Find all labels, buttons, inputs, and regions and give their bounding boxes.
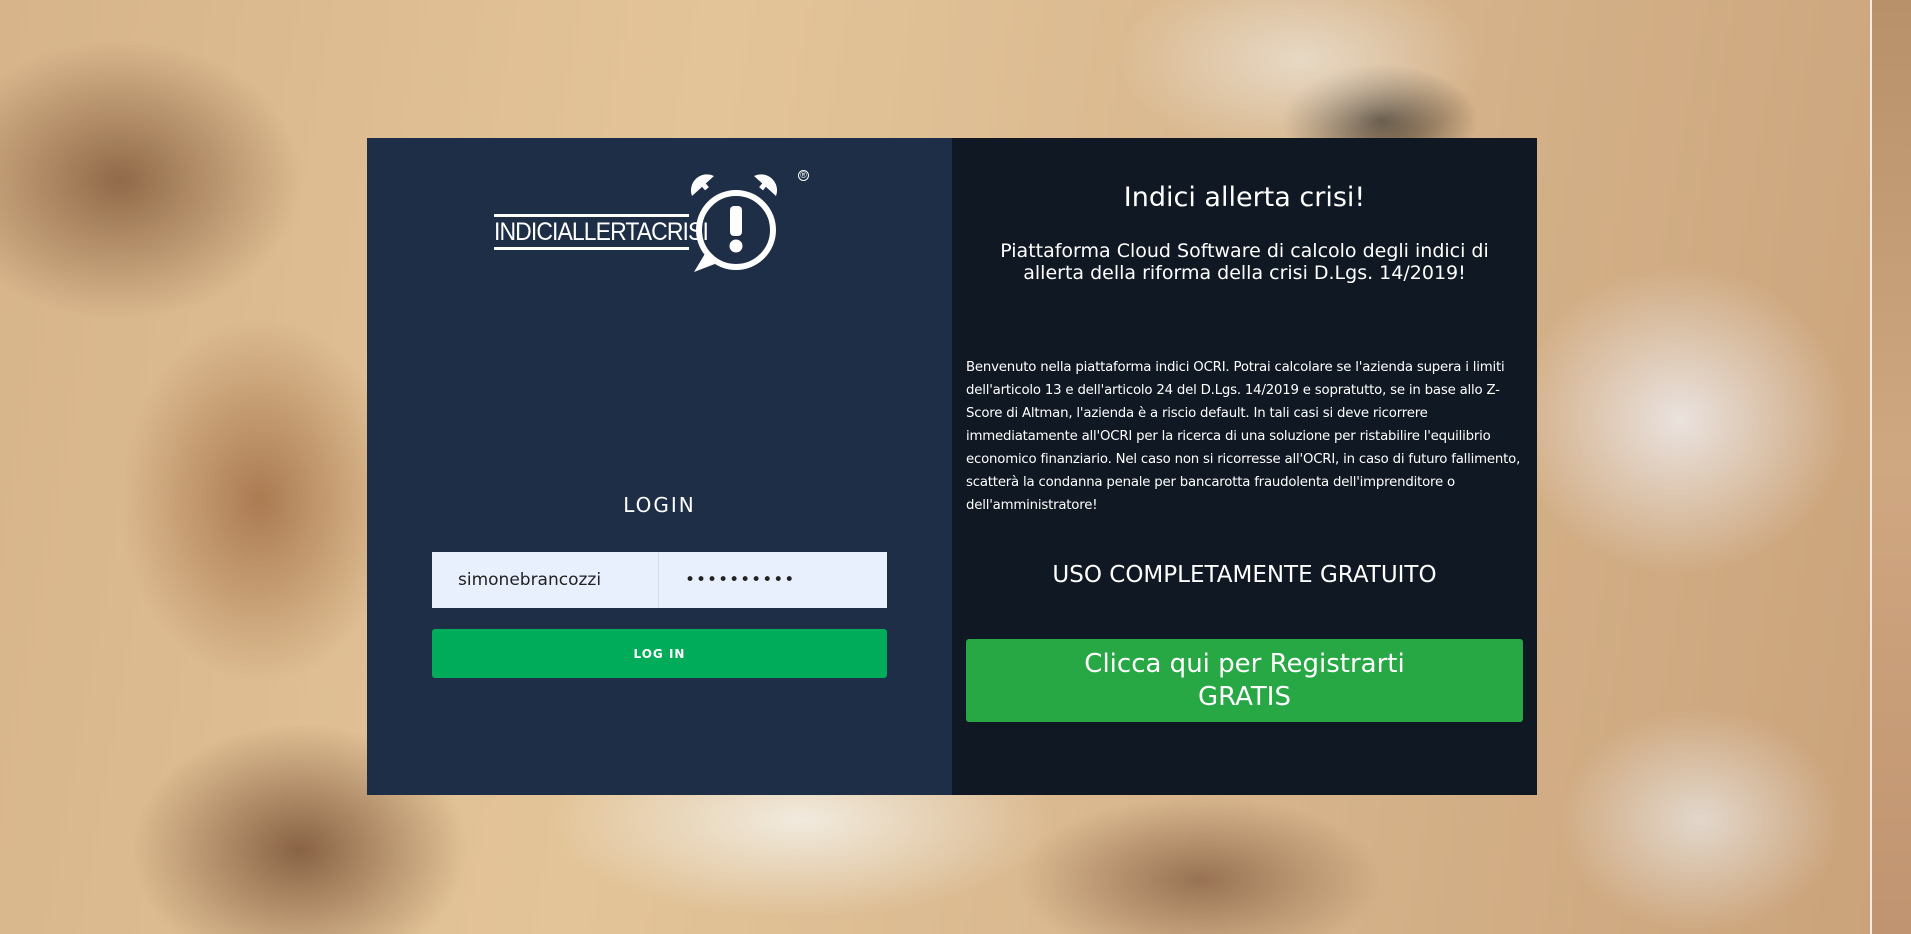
login-card: INDICIALLERTACRISI ® LOGIN simonebrancoz…: [367, 138, 1537, 795]
username-input[interactable]: [432, 552, 659, 608]
info-description: Benvenuto nella piattaforma indici OCRI.…: [966, 360, 1521, 513]
login-form: [432, 552, 887, 608]
login-panel: INDICIALLERTACRISI ® LOGIN simonebrancoz…: [367, 138, 952, 795]
login-title: LOGIN: [623, 493, 696, 517]
info-panel: Indici allerta crisi! Piattaforma Cloud …: [952, 138, 1537, 795]
register-button[interactable]: Clicca qui per Registrarti GRATIS: [966, 639, 1523, 722]
password-input[interactable]: [659, 552, 887, 608]
logo-wordmark: INDICIALLERTACRISI: [494, 214, 709, 250]
brand-logo: INDICIALLERTACRISI ®: [494, 170, 824, 280]
alarm-clock-icon: [690, 174, 778, 272]
registered-mark: ®: [798, 170, 809, 181]
free-usage-label: USO COMPLETAMENTE GRATUITO: [1052, 562, 1437, 588]
info-subtitle: Piattaforma Cloud Software di calcolo de…: [1000, 240, 1489, 284]
info-title: Indici allerta crisi!: [1123, 182, 1366, 213]
login-button[interactable]: LOG IN: [432, 629, 887, 678]
background-edge: [1870, 0, 1911, 934]
